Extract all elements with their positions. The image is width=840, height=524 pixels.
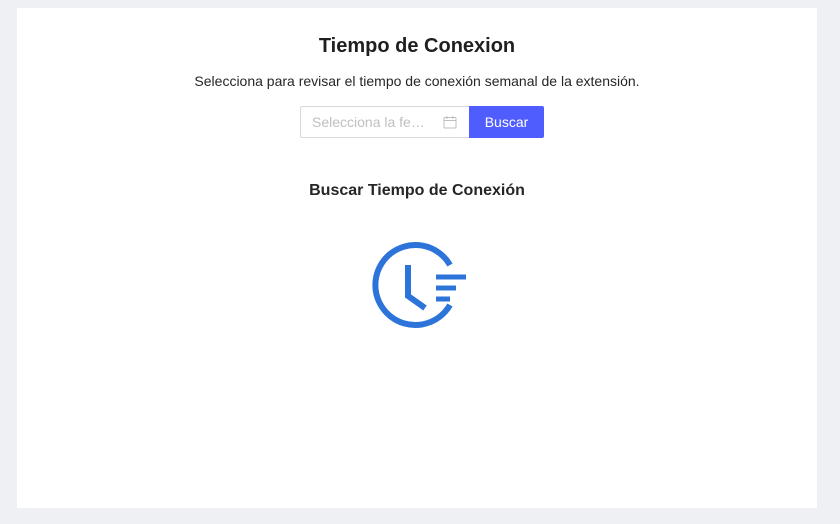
date-input[interactable] [312, 114, 427, 130]
page-subtitle: Selecciona para revisar el tiempo de con… [194, 73, 640, 89]
date-picker[interactable] [300, 106, 469, 138]
clock-history-icon [372, 242, 466, 328]
search-button[interactable]: Buscar [469, 106, 544, 138]
page-title: Tiempo de Conexion [318, 35, 516, 57]
main-card: Tiempo de Conexion Selecciona para revis… [17, 8, 817, 508]
search-controls: Buscar [300, 106, 544, 138]
result-title: Buscar Tiempo de Conexión [309, 182, 525, 199]
calendar-icon [443, 116, 457, 129]
